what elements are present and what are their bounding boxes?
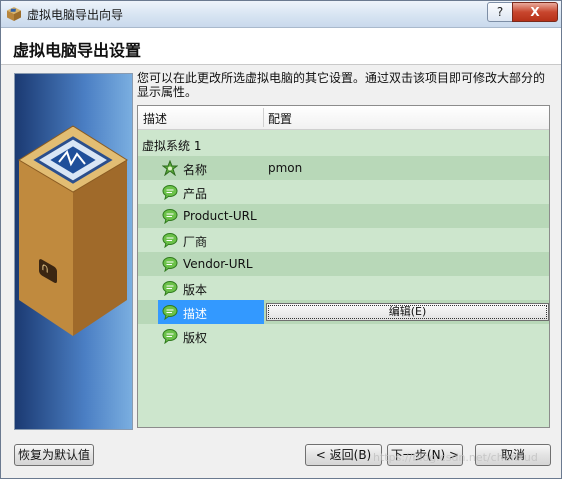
box-image: ∩ (18, 125, 128, 336)
wizard-window: 虚拟电脑导出向导 ? X 虚拟电脑导出设置 ∩ 您可以在此更改所选虚拟电脑的其它… (0, 0, 562, 479)
close-button[interactable]: X (512, 2, 558, 22)
window-title: 虚拟电脑导出向导 (27, 8, 124, 22)
row-label: Vendor-URL (183, 257, 253, 271)
speech-bubble-icon (162, 185, 178, 200)
title-bar[interactable]: 虚拟电脑导出向导 ? X (1, 1, 561, 28)
back-button[interactable]: < 返回(B) (305, 444, 382, 466)
tree-row-version[interactable]: 版本 (138, 276, 549, 300)
speech-bubble-icon (162, 233, 178, 248)
page-header: 虚拟电脑导出设置 (1, 28, 561, 65)
tree-row-product[interactable]: 产品 (138, 180, 549, 204)
group-label: 虚拟系统 1 (142, 139, 202, 153)
gear-star-icon (162, 160, 178, 176)
edit-button[interactable]: 编辑(E) (266, 303, 549, 321)
tree-row-copyright[interactable]: 版权 (138, 324, 549, 348)
row-label: 描述 (183, 307, 208, 321)
tree-row-vendor-url[interactable]: Vendor-URL (138, 252, 549, 276)
speech-bubble-icon (162, 305, 178, 320)
tree-row-description[interactable]: 描述 编辑(E) (138, 300, 549, 324)
row-label: 版本 (183, 283, 208, 297)
tree-row-name[interactable]: 名称 pmon (138, 156, 549, 180)
column-header-config[interactable]: 配置 (268, 110, 292, 127)
row-label: 版权 (183, 331, 208, 345)
row-label: 厂商 (183, 235, 208, 249)
settings-description: 您可以在此更改所选虚拟电脑的其它设置。通过双击该项目即可修改大部分的显示属性。 (137, 71, 546, 99)
watermark-text: https://blog.csdn.net/chenxud (373, 451, 538, 464)
speech-bubble-icon (162, 209, 178, 224)
tree-group-row[interactable]: 虚拟系统 1 (138, 132, 549, 156)
restore-defaults-button[interactable]: 恢复为默认值 (14, 444, 94, 466)
row-label: 名称 (183, 163, 208, 177)
speech-bubble-icon (162, 257, 178, 272)
virtualbox-box-illustration: ∩ (14, 73, 133, 430)
tree-header: 描述 配置 (138, 106, 549, 130)
speech-bubble-icon (162, 281, 178, 296)
row-label: Product-URL (183, 209, 257, 223)
speech-bubble-icon (162, 329, 178, 344)
virtualbox-app-icon (7, 7, 21, 21)
column-divider[interactable] (263, 108, 264, 127)
row-label: 产品 (183, 187, 208, 201)
tree-row-product-url[interactable]: Product-URL (138, 204, 549, 228)
row-value: pmon (268, 161, 303, 175)
help-button[interactable]: ? (487, 2, 513, 22)
tree-row-vendor[interactable]: 厂商 (138, 228, 549, 252)
appliance-settings-tree[interactable]: 描述 配置 虚拟系统 1 名称 pmon 产品 Product-URL 厂商 V… (137, 105, 550, 428)
page-title: 虚拟电脑导出设置 (13, 41, 142, 60)
column-header-description[interactable]: 描述 (143, 110, 167, 127)
